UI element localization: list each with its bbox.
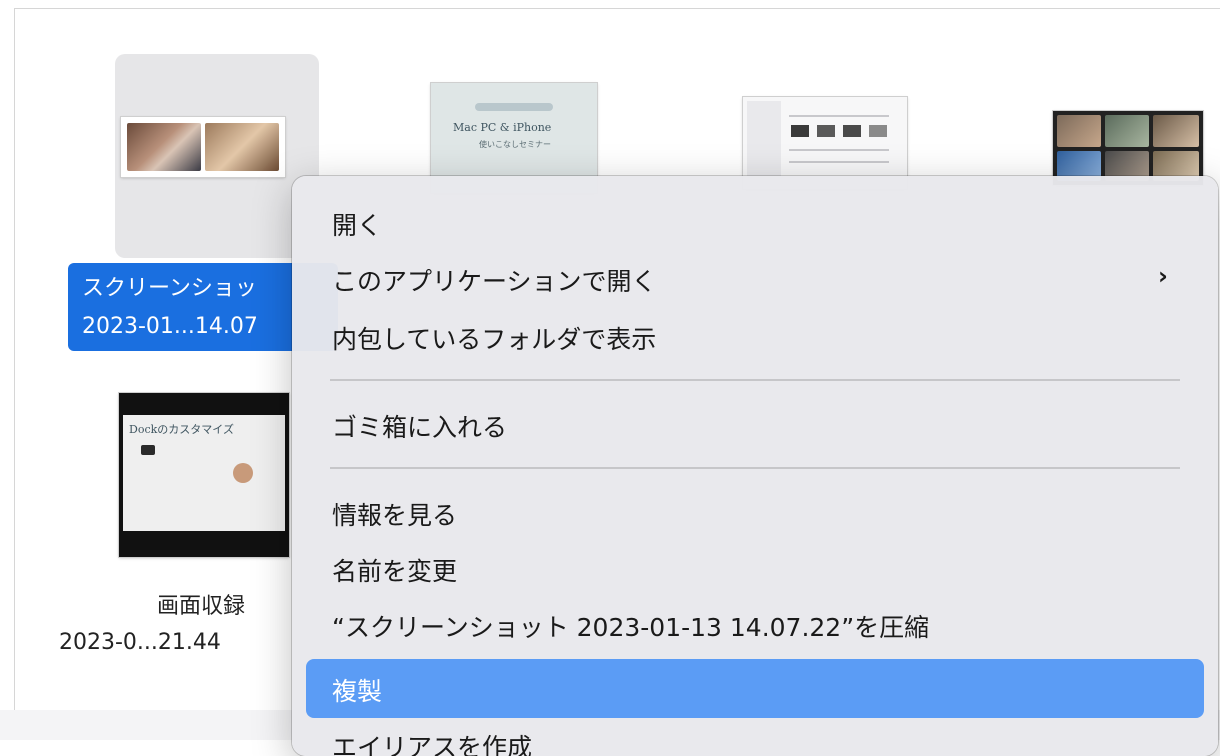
slide-subtitle: 使いこなしセミナー bbox=[479, 140, 551, 149]
dock-customize-video-thumbnail-icon: Dockのカスタマイズ bbox=[123, 415, 285, 531]
dock-icon bbox=[141, 445, 155, 455]
menu-item-open-with[interactable]: このアプリケーションで開く bbox=[332, 262, 657, 298]
thumb-tile bbox=[791, 125, 809, 137]
file-thumbnail-video-grid[interactable] bbox=[1053, 111, 1203, 185]
thumb-row bbox=[789, 149, 889, 151]
slide-title: Dockのカスタマイズ bbox=[129, 423, 234, 436]
video-call-screenshot-icon bbox=[127, 123, 201, 171]
menu-item-get-info[interactable]: 情報を見る bbox=[332, 496, 457, 532]
video-call-grid-thumbnail-icon bbox=[1057, 115, 1101, 147]
slide-banner bbox=[475, 103, 553, 111]
file-name-line2[interactable]: 2023-0...21.44 bbox=[59, 625, 319, 661]
menu-item-open[interactable]: 開く bbox=[332, 206, 382, 242]
thumb-tile bbox=[817, 125, 835, 137]
thumb-row bbox=[789, 161, 889, 163]
video-call-participant-icon bbox=[205, 123, 279, 171]
thumb-tile bbox=[843, 125, 861, 137]
participant-tile bbox=[1105, 115, 1149, 147]
file-thumbnail-screenshot[interactable] bbox=[121, 117, 285, 177]
file-thumbnail-screen-recording[interactable]: Dockのカスタマイズ bbox=[119, 393, 289, 557]
menu-separator bbox=[330, 379, 1180, 381]
menu-item-compress[interactable]: “スクリーンショット 2023-01-13 14.07.22”を圧縮 bbox=[332, 608, 929, 644]
thumb-row bbox=[789, 115, 889, 117]
file-name-line1[interactable]: 画面収録 bbox=[121, 589, 281, 625]
thumb-tile bbox=[869, 125, 887, 137]
menu-item-highlight bbox=[306, 659, 1204, 718]
menu-item-move-to-trash[interactable]: ゴミ箱に入れる bbox=[332, 408, 507, 444]
menu-separator bbox=[330, 467, 1180, 469]
menu-item-rename[interactable]: 名前を変更 bbox=[332, 552, 457, 588]
finder-window-thumbnail-icon bbox=[747, 101, 781, 185]
menu-item-duplicate[interactable]: 複製 bbox=[332, 672, 382, 708]
presenter-icon bbox=[233, 463, 253, 483]
participant-tile bbox=[1153, 115, 1199, 147]
menu-item-make-alias[interactable]: エイリアスを作成 bbox=[332, 728, 532, 756]
menu-item-show-in-enclosing-folder[interactable]: 内包しているフォルダで表示 bbox=[332, 320, 656, 356]
slide-title: Mac PC & iPhone bbox=[453, 121, 552, 134]
context-menu: 開く このアプリケーションで開く › 内包しているフォルダで表示 ゴミ箱に入れる… bbox=[292, 176, 1218, 756]
chevron-right-icon: › bbox=[1158, 262, 1168, 290]
